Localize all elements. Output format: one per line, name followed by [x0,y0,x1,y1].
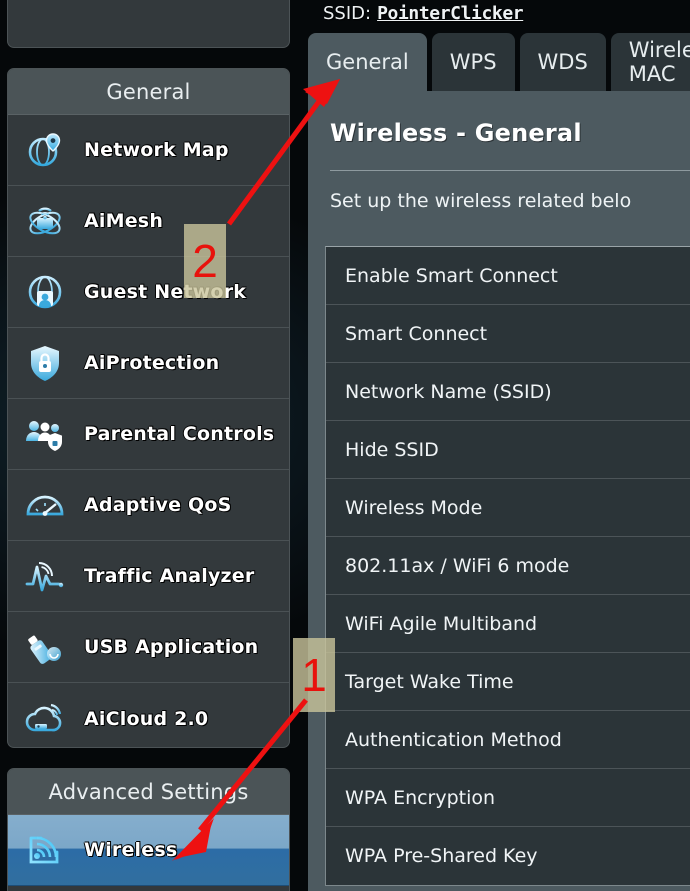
router-admin-screen: Quick Internet Setup General [0,0,690,891]
sidebar-item-label: Traffic Analyzer [84,565,255,587]
sidebar-item-label: AiCloud 2.0 [84,707,209,730]
table-row[interactable]: 802.11ax / WiFi 6 mode [326,537,690,595]
setting-label: WiFi Agile Multiband [345,612,538,635]
sidebar-item-label: Adaptive QoS [84,494,232,516]
ssid-header: SSID: PointerClicker [300,0,690,26]
tab-wds[interactable]: WDS [519,33,606,91]
sidebar-item-label: AiProtection [84,352,220,374]
wireless-general-panel: Wireless - General Set up the wireless r… [308,91,690,891]
sidebar-item-network-map[interactable]: Network Map [8,115,289,186]
setting-label: Authentication Method [345,728,562,751]
table-row[interactable]: WPA Encryption [326,769,690,827]
setting-label: Enable Smart Connect [345,264,558,287]
traffic-analyzer-icon [22,553,68,599]
network-map-icon [22,127,68,173]
sidebar-item-label: Network Map [84,139,229,161]
quick-setup-icon [22,0,68,9]
sidebar-item-traffic-analyzer[interactable]: Traffic Analyzer [8,541,289,612]
sidebar-item-guest-network[interactable]: Guest Network [8,257,289,328]
sidebar-item-aicloud[interactable]: AiCloud 2.0 [8,683,289,747]
setting-label: Network Name (SSID) [345,380,552,403]
tab-wireless-mac[interactable]: Wireless MAC [610,33,690,91]
table-row[interactable]: Authentication Method [326,711,690,769]
ssid-value: PointerClicker [377,2,524,24]
table-row[interactable]: WiFi Agile Multiband [326,595,690,653]
settings-table: Enable Smart Connect Smart Connect Netwo… [325,246,690,886]
sidebar-item-adaptive-qos[interactable]: Adaptive QoS [8,470,289,541]
sidebar-item-aimesh[interactable]: AiMesh [8,186,289,257]
wireless-signal-icon [22,827,68,873]
sidebar-item-usb-application[interactable]: USB Application [8,612,289,683]
aimesh-icon [22,198,68,244]
sidebar: Quick Internet Setup General [0,0,297,891]
setting-label: Target Wake Time [345,670,514,693]
content-area: SSID: PointerClicker General WPS WDS Wir… [300,0,690,891]
sidebar-card-general: General Network Map AiMesh Guest Network… [7,68,290,748]
sidebar-item-aiprotection[interactable]: AiProtection [8,328,289,399]
sidebar-item-label: USB Application [84,636,259,658]
tab-general[interactable]: General [308,33,427,91]
sidebar-item-quick-internet-setup[interactable]: Quick Internet Setup [8,0,289,47]
setting-label: Wireless Mode [345,496,483,519]
annotation-step-2-badge: 2 [184,224,226,298]
setting-label: WPA Encryption [345,786,496,809]
tab-wps[interactable]: WPS [431,33,515,91]
table-row[interactable]: Wireless Mode [326,479,690,537]
table-row[interactable]: WPA Pre-Shared Key [326,827,690,885]
setting-label: Hide SSID [345,438,439,461]
title-divider [330,170,690,171]
sidebar-item-label: Wireless [84,839,178,861]
setting-label: Smart Connect [345,322,488,345]
table-row[interactable]: Smart Connect [326,305,690,363]
setting-label: WPA Pre-Shared Key [345,845,538,867]
cloud-icon [22,696,68,742]
sidebar-advanced-header: Advanced Settings [8,769,289,815]
sidebar-card-advanced-settings: Advanced Settings Wireless [7,768,290,891]
panel-subtitle: Set up the wireless related belo [330,190,632,212]
table-row[interactable]: Hide SSID [326,421,690,479]
sidebar-item-label: AiMesh [84,210,164,232]
guest-network-icon [22,269,68,315]
table-row[interactable]: Network Name (SSID) [326,363,690,421]
sidebar-item-wireless[interactable]: Wireless [8,815,289,886]
annotation-step-1-badge: 1 [293,638,335,712]
sidebar-card-quick-setup: Quick Internet Setup [7,0,290,48]
shield-lock-icon [22,340,68,386]
setting-label: 802.11ax / WiFi 6 mode [345,554,570,577]
sidebar-general-header: General [8,69,289,115]
parental-controls-icon [22,411,68,457]
ssid-label: SSID: [323,2,372,24]
table-row[interactable]: Target Wake Time [326,653,690,711]
page-title: Wireless - General [330,119,582,147]
sidebar-item-parental-controls[interactable]: Parental Controls [8,399,289,470]
table-row[interactable]: Enable Smart Connect [326,247,690,305]
tab-bar: General WPS WDS Wireless MAC [308,33,690,91]
usb-icon [22,624,68,670]
sidebar-item-label: Parental Controls [84,423,275,445]
speedometer-icon [22,482,68,528]
